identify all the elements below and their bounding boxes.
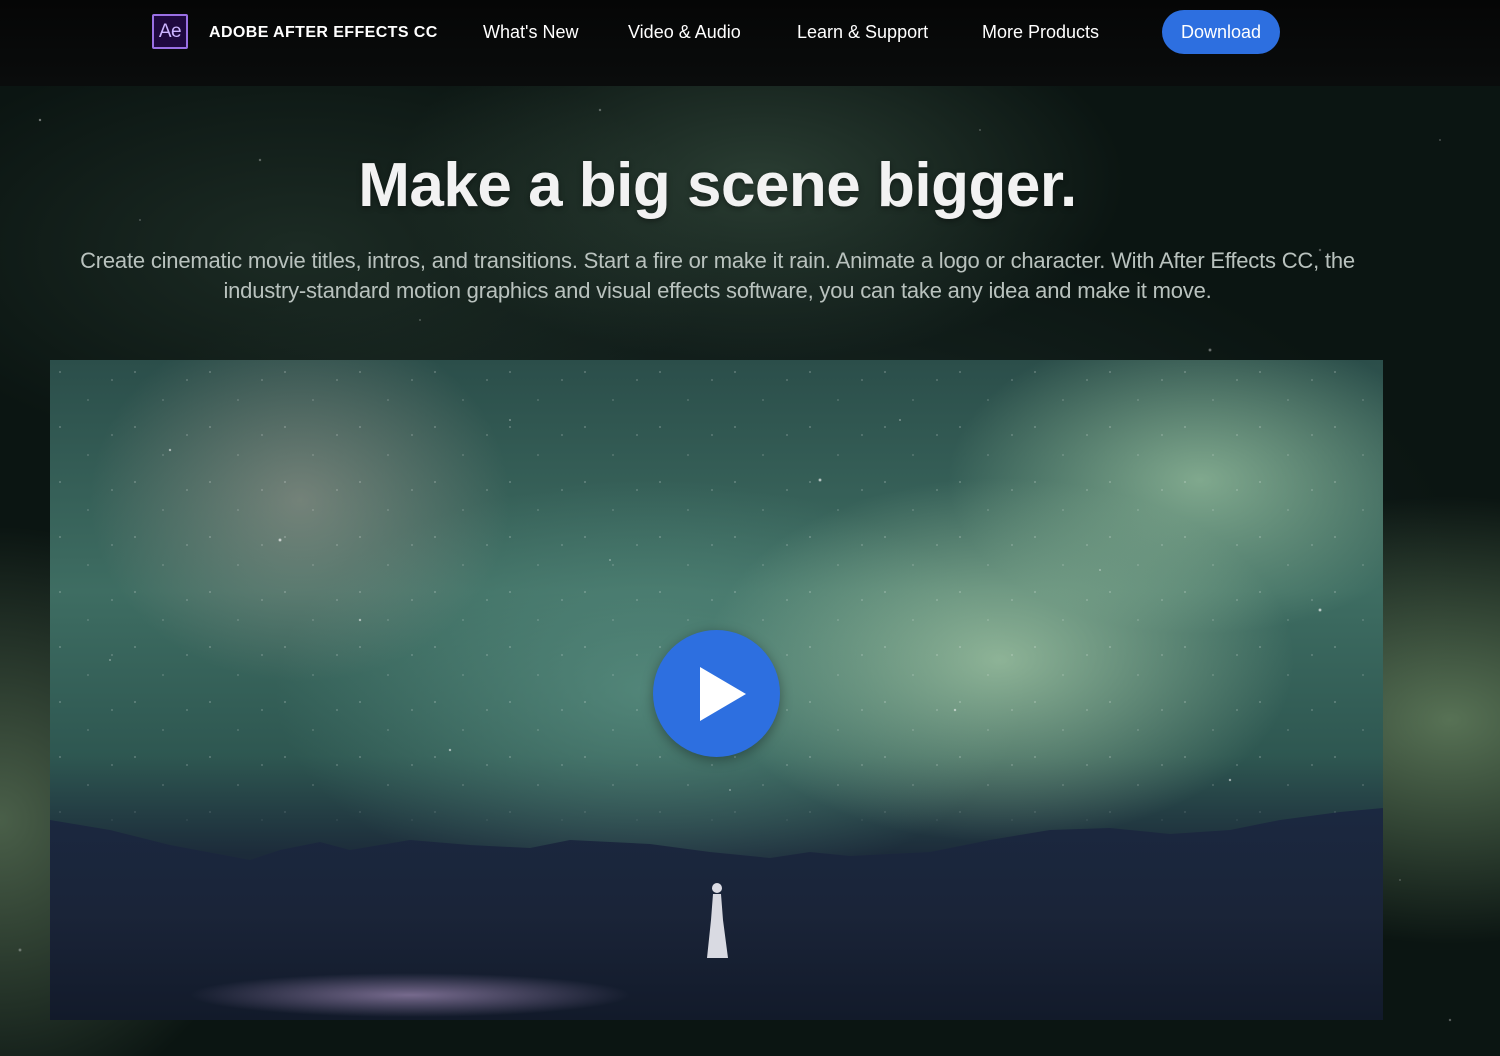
- hero-subtext: Create cinematic movie titles, intros, a…: [80, 248, 1355, 303]
- play-icon: [699, 666, 746, 721]
- download-button[interactable]: Download: [1162, 10, 1280, 54]
- play-button[interactable]: [653, 630, 780, 757]
- brand-name[interactable]: ADOBE AFTER EFFECTS CC: [209, 24, 438, 42]
- nav-whats-new[interactable]: What's New: [483, 22, 578, 43]
- nav-learn-support[interactable]: Learn & Support: [797, 22, 928, 43]
- nav-more-products[interactable]: More Products: [982, 22, 1099, 43]
- standing-figure: [707, 883, 728, 958]
- top-navigation: Ae ADOBE AFTER EFFECTS CC What's New Vid…: [0, 0, 1500, 86]
- nav-video-audio[interactable]: Video & Audio: [628, 22, 741, 43]
- hero-headline: Make a big scene bigger.: [358, 151, 1077, 220]
- after-effects-logo-icon[interactable]: Ae: [152, 14, 188, 49]
